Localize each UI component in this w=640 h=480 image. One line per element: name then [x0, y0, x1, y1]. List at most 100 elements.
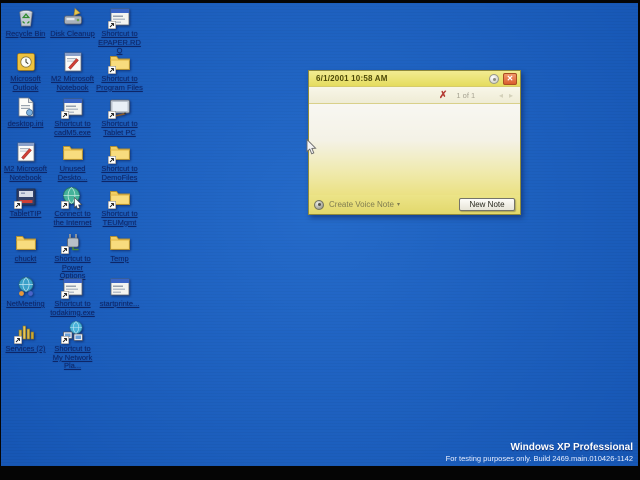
desktop-icon-label: Shortcut to Tablet PC: [101, 119, 138, 137]
desktop-icon-label: desktop.ini: [7, 119, 44, 128]
app-window-icon: [108, 275, 132, 299]
desktop-icon-label: Shortcut to cadM5.exe: [54, 119, 91, 137]
shortcut-arrow-icon: [60, 246, 69, 254]
tablet-tip-icon: [13, 185, 38, 209]
desktop-icon[interactable]: Shortcut to Power Options: [49, 230, 96, 280]
power-icon: [60, 230, 85, 254]
close-button[interactable]: ✕: [503, 72, 517, 85]
shortcut-arrow-icon: [60, 336, 69, 344]
folder-icon: [107, 50, 132, 74]
desktop-icon-label: Temp: [110, 254, 129, 263]
desktop-icon-grid: Recycle Bin Disk Cleanup Shortcut to EPA…: [2, 5, 143, 370]
note-canvas[interactable]: [309, 104, 520, 195]
folder-icon: [107, 140, 132, 164]
app-window-icon: [107, 5, 132, 29]
new-note-button[interactable]: New Note: [459, 198, 515, 211]
desktop-icon[interactable]: Shortcut to cadM5.exe: [49, 95, 96, 140]
desktop-icon[interactable]: Shortcut to DemoFiles: [96, 140, 143, 185]
note-title-bar[interactable]: 6/1/2001 10:58 AM ✕: [309, 71, 520, 87]
notebook-app-icon: [14, 140, 38, 164]
note-toolbar: ✗ 1 of 1 ◂ ▸: [309, 87, 520, 104]
desktop-icon[interactable]: Shortcut to Tablet PC: [96, 95, 143, 140]
folder-icon: [107, 185, 132, 209]
app-window-icon: [60, 95, 85, 119]
ini-file-icon: [14, 95, 38, 119]
disk-cleanup-icon: [61, 5, 85, 29]
shortcut-arrow-icon: [107, 111, 116, 119]
desktop-icon[interactable]: Microsoft Outlook: [2, 50, 49, 95]
services-icon: [13, 320, 38, 344]
desktop-icon[interactable]: Temp: [96, 230, 143, 275]
desktop-icon-label: Microsoft Outlook: [10, 74, 41, 92]
desktop-icon[interactable]: M2 Microsoft Notebook: [2, 140, 49, 185]
outlook-icon: [14, 50, 38, 74]
desktop-icon-label: chuckt: [14, 254, 37, 263]
desktop-icon-label: M2 Microsoft Notebook: [51, 74, 94, 92]
watermark-build: For testing purposes only. Build 2469.ma…: [445, 454, 633, 463]
desktop-icon[interactable]: desktop.ini: [2, 95, 49, 140]
sticky-notes-window: 6/1/2001 10:58 AM ✕ ✗ 1 of 1 ◂ ▸ Create …: [308, 70, 521, 215]
voice-record-icon: [314, 199, 324, 210]
desktop-icon[interactable]: Shortcut to todakimg.exe: [49, 275, 96, 320]
desktop-icon-label: M2 Microsoft Notebook: [4, 164, 47, 182]
network-icon: [60, 320, 85, 344]
shortcut-arrow-icon: [60, 201, 69, 209]
delete-note-button[interactable]: ✗: [439, 90, 447, 101]
app-window-icon: [60, 275, 85, 299]
build-watermark: Windows XP Professional For testing purp…: [446, 442, 633, 463]
desktop-icon-label: Disk Cleanup: [50, 29, 95, 38]
desktop-icon-label: Shortcut to DemoFiles: [101, 164, 138, 182]
desktop-surface[interactable]: Recycle Bin Disk Cleanup Shortcut to EPA…: [1, 3, 638, 466]
tablet-pc-icon: [107, 95, 132, 119]
desktop-icon[interactable]: Shortcut to TEUMgmt: [96, 185, 143, 230]
rollup-button[interactable]: [489, 73, 499, 84]
shortcut-arrow-icon: [60, 291, 69, 299]
shortcut-arrow-icon: [107, 201, 116, 209]
caret-down-icon: ▾: [396, 202, 400, 208]
desktop-icon-label: Shortcut to Program Files: [96, 74, 143, 92]
desktop-icon[interactable]: Shortcut to EPAPER.RDQ: [96, 5, 143, 55]
desktop-icon[interactable]: Connect to the Internet: [49, 185, 96, 230]
note-navigation: ◂ ▸: [499, 91, 513, 100]
desktop-icon[interactable]: Recycle Bin: [2, 5, 49, 50]
shortcut-arrow-icon: [13, 336, 22, 344]
desktop-icon[interactable]: Disk Cleanup: [49, 5, 96, 50]
shortcut-arrow-icon: [13, 201, 22, 209]
previous-note-button[interactable]: ◂: [499, 91, 503, 100]
desktop-icon-label: Services (2): [5, 344, 46, 353]
desktop-icon-label: NetMeeting: [6, 299, 45, 308]
desktop-icon-label: Unused Deskto...: [57, 164, 88, 182]
folder-icon: [14, 230, 38, 254]
desktop-icon-label: Shortcut to My Network Pla...: [52, 344, 93, 371]
desktop-icon[interactable]: NetMeeting: [2, 275, 49, 320]
desktop-icon[interactable]: Shortcut to Program Files: [96, 50, 143, 95]
desktop-icon[interactable]: Shortcut to My Network Pla...: [49, 320, 96, 370]
notebook-app-icon: [61, 50, 85, 74]
desktop-icon[interactable]: startprinte...: [96, 275, 143, 320]
note-footer: Create Voice Note ▾ New Note: [309, 195, 520, 214]
desktop-icon-label: startprinte...: [99, 299, 140, 308]
internet-icon: [60, 185, 85, 209]
recycle-bin-icon: [14, 5, 38, 29]
shortcut-arrow-icon: [107, 66, 116, 74]
shortcut-arrow-icon: [60, 111, 69, 119]
desktop-icon[interactable]: M2 Microsoft Notebook: [49, 50, 96, 95]
netmeeting-icon: [14, 275, 38, 299]
letterbox-bottom: [0, 466, 640, 480]
create-voice-note-label: Create Voice Note: [329, 200, 394, 209]
desktop-icon[interactable]: TabletTIP: [2, 185, 49, 230]
desktop-icon-label: Shortcut to todakimg.exe: [50, 299, 95, 317]
shortcut-arrow-icon: [107, 21, 116, 29]
page-indicator: 1 of 1: [456, 90, 476, 100]
desktop-icon[interactable]: Services (2): [2, 320, 49, 365]
desktop-icon-label: Recycle Bin: [5, 29, 46, 38]
note-title: 6/1/2001 10:58 AM: [316, 74, 388, 83]
folder-icon: [61, 140, 85, 164]
watermark-edition: Windows XP Professional: [510, 442, 633, 453]
next-note-button[interactable]: ▸: [509, 91, 513, 100]
desktop-icon-label: TabletTIP: [9, 209, 42, 218]
desktop-icon[interactable]: Unused Deskto...: [49, 140, 96, 185]
desktop-icon[interactable]: chuckt: [2, 230, 49, 275]
create-voice-note-button[interactable]: Create Voice Note ▾: [314, 199, 400, 210]
shortcut-arrow-icon: [107, 156, 116, 164]
